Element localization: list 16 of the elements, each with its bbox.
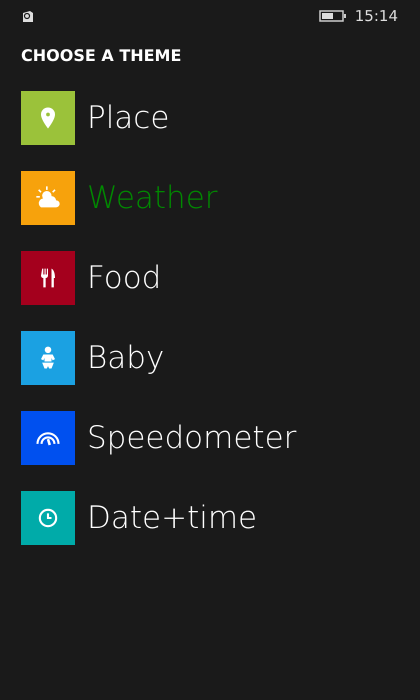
theme-tile[interactable] bbox=[21, 251, 75, 305]
notification-icon bbox=[22, 10, 34, 22]
theme-tile[interactable] bbox=[21, 411, 75, 465]
theme-option[interactable]: Speedometer bbox=[87, 420, 296, 456]
theme-tile[interactable] bbox=[21, 331, 75, 385]
theme-tile[interactable] bbox=[21, 91, 75, 145]
theme-option[interactable]: Food bbox=[87, 260, 162, 296]
theme-option[interactable]: Date+time bbox=[87, 500, 258, 536]
theme-tile[interactable] bbox=[21, 171, 75, 225]
theme-option[interactable]: Baby bbox=[87, 340, 164, 376]
battery-icon bbox=[318, 10, 347, 22]
theme-option[interactable]: Place bbox=[87, 100, 170, 136]
clock-time: 15:14 bbox=[354, 7, 398, 25]
theme-option[interactable]: Weather bbox=[87, 180, 218, 216]
page-title: CHOOSE A THEME bbox=[21, 46, 182, 65]
theme-tile[interactable] bbox=[21, 491, 75, 545]
